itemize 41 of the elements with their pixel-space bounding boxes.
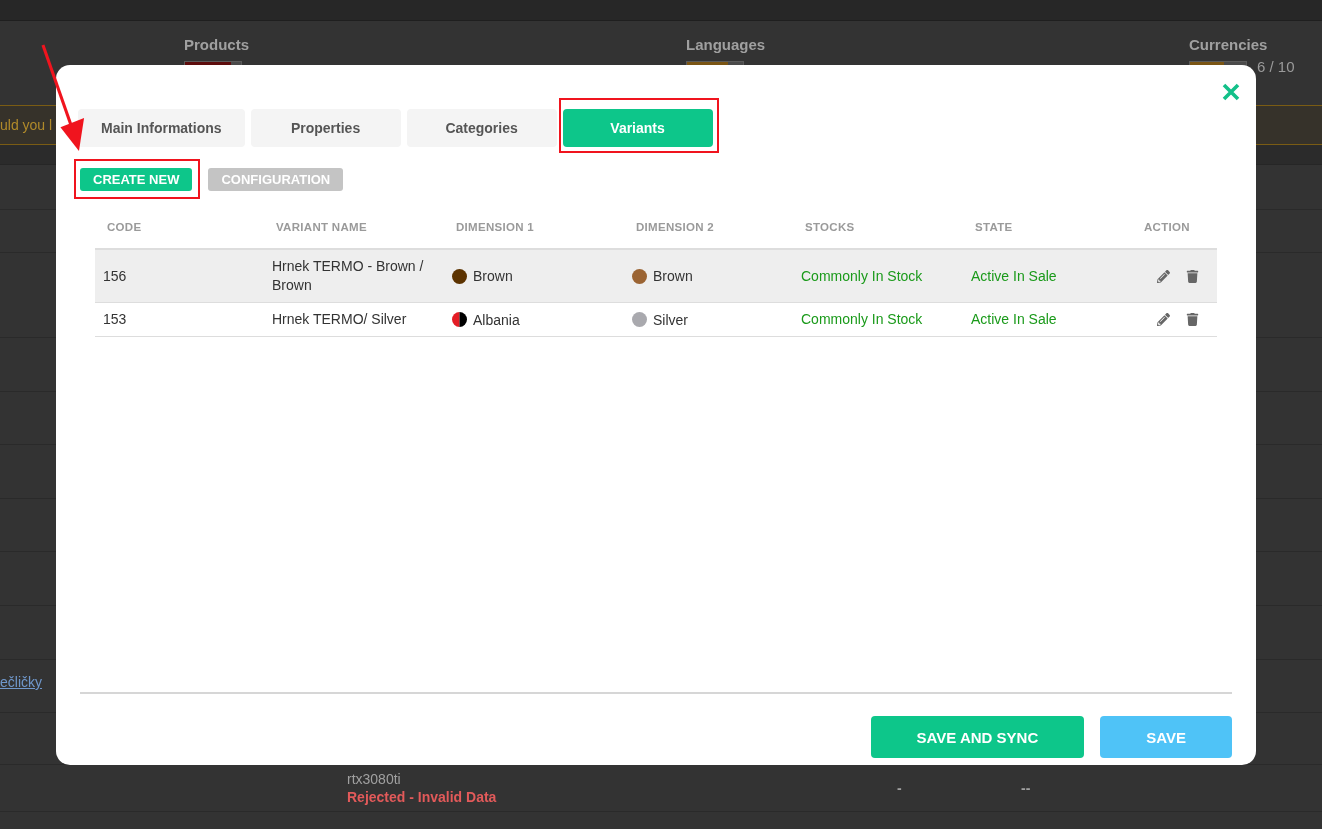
column-header: VARIANT NAME [275,220,368,233]
column-header: ACTION [1143,220,1191,233]
trash-icon[interactable] [1186,269,1199,283]
stat-label: Languages [686,36,767,54]
pencil-icon[interactable] [1157,313,1170,326]
pencil-icon[interactable] [1157,269,1170,283]
column-header: STATE [974,220,1014,233]
table-cell-text: - [897,780,903,796]
table-cell-text: -- [1021,780,1032,796]
stock-status: Commonly In Stock [800,310,924,329]
tab[interactable]: Variants [562,109,713,147]
table-cell-text: Hrnek TERMO - Brown / Brown [271,257,425,295]
save-and-sync-button[interactable]: SAVE AND SYNC [870,716,1085,758]
column-header: DIMENSION 1 [455,220,536,233]
tab[interactable]: Categories [406,109,557,147]
table-cell: Silver [653,311,688,328]
table-cell-text: Hrnek TERMO/ Silver [271,310,408,329]
tab[interactable]: Properties [250,109,401,147]
column-header: DIMENSION 2 [635,220,716,233]
notice-text: uld you l [0,117,53,133]
table-cell: Albania [473,311,520,328]
text-link[interactable]: ečličky [0,674,42,690]
table-cell-text: 156 [102,266,128,286]
trash-icon[interactable] [1186,313,1199,326]
column-header: CODE [106,220,143,233]
sale-state: Active In Sale [970,310,1058,329]
product-name: rtx3080ti [347,771,401,787]
table-row[interactable]: 156 Hrnek TERMO - Brown / Brown Brown Brown Commonly In Stock Active In Sale [95,250,1217,303]
stat-label: Products [184,36,250,54]
stat-reading: 6 / 10 [1257,57,1295,75]
status-text: Rejected - Invalid Data [347,789,497,805]
close-icon [1222,83,1240,101]
column-header: STOCKS [804,220,856,233]
table-cell-text: 153 [102,310,128,329]
sale-state: Active In Sale [970,266,1058,286]
stat-label: Currencies [1189,36,1269,54]
stock-status: Commonly In Stock [800,266,924,286]
table-cell: Brown [473,268,513,284]
tab[interactable]: Main Informations [78,109,245,147]
table-cell: Brown [653,268,693,284]
create-button[interactable]: CREATE NEW [80,168,193,191]
